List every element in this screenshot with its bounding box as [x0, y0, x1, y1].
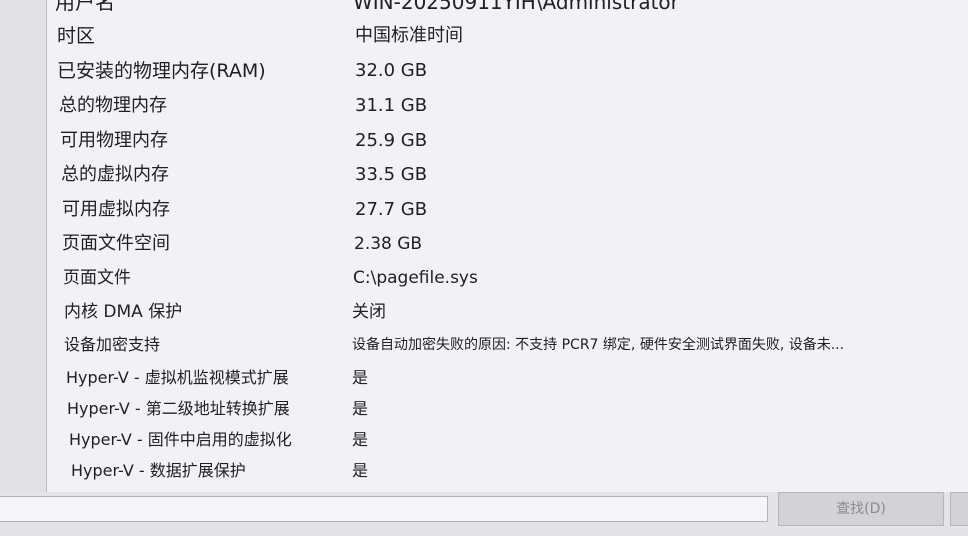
item-label: Hyper-V - 固件中启用的虚拟化 [69, 430, 292, 449]
item-label: Hyper-V - 数据扩展保护 [71, 461, 246, 480]
item-value: 是 [352, 399, 369, 418]
item-value: 27.7 GB [355, 199, 428, 220]
navigation-pane-edge [0, 0, 46, 492]
item-value: 是 [352, 368, 369, 387]
item-value: 是 [352, 430, 369, 449]
find-bar: 查找(D) [0, 492, 968, 536]
adjacent-button[interactable] [950, 492, 968, 526]
item-value: 32.0 GB [355, 60, 428, 81]
list-item-installed-ram[interactable]: 已安装的物理内存(RAM) 32.0 GB [47, 55, 968, 87]
item-value: 设备自动加密失败的原因: 不支持 PCR7 绑定, 硬件安全测试界面失败, 设备… [352, 337, 845, 353]
list-item-device-encryption-support[interactable]: 设备加密支持 设备自动加密失败的原因: 不支持 PCR7 绑定, 硬件安全测试界… [47, 329, 968, 361]
list-item-hyperv-firmware-virtualization[interactable]: Hyper-V - 固件中启用的虚拟化 是 [47, 424, 968, 456]
item-label: 时区 [57, 25, 96, 47]
find-button[interactable]: 查找(D) [778, 492, 944, 526]
item-value: 25.9 GB [355, 130, 428, 151]
item-value: 关闭 [352, 302, 386, 322]
item-value: 中国标准时间 [355, 25, 463, 46]
system-summary-list[interactable]: 用户名 WIN-20250911YIH\Administrator 时区 中国标… [46, 0, 968, 493]
item-value: C:\pagefile.sys [353, 268, 478, 288]
list-item-hyperv-vm-monitor-extensions[interactable]: Hyper-V - 虚拟机监视模式扩展 是 [47, 362, 968, 394]
item-label: Hyper-V - 第二级地址转换扩展 [67, 399, 290, 418]
item-label: 设备加密支持 [64, 335, 161, 354]
item-label: 可用虚拟内存 [62, 199, 170, 220]
item-value: 是 [352, 461, 369, 480]
list-item-hyperv-data-execution-protection[interactable]: Hyper-V - 数据扩展保护 是 [47, 455, 968, 487]
list-item-user-name[interactable]: 用户名 WIN-20250911YIH\Administrator [47, 0, 968, 18]
list-item-hyperv-slat[interactable]: Hyper-V - 第二级地址转换扩展 是 [47, 393, 968, 425]
item-label: 内核 DMA 保护 [64, 302, 183, 322]
item-label: 页面文件 [63, 268, 131, 288]
item-label: 可用物理内存 [60, 130, 168, 151]
list-item-total-virtual-memory[interactable]: 总的虚拟内存 33.5 GB [47, 159, 968, 191]
list-item-time-zone[interactable]: 时区 中国标准时间 [47, 20, 968, 52]
system-summary-items: 用户名 WIN-20250911YIH\Administrator 时区 中国标… [47, 0, 968, 492]
item-label: 总的虚拟内存 [61, 164, 169, 185]
list-item-page-file[interactable]: 页面文件 C:\pagefile.sys [47, 262, 968, 294]
item-value: WIN-20250911YIH\Administrator [353, 0, 679, 14]
system-info-window: 用户名 WIN-20250911YIH\Administrator 时区 中国标… [0, 0, 968, 536]
list-item-kernel-dma-protection[interactable]: 内核 DMA 保护 关闭 [47, 296, 968, 328]
find-input[interactable] [0, 496, 768, 522]
item-label: 总的物理内存 [59, 95, 167, 116]
item-value: 31.1 GB [355, 95, 428, 116]
item-label: 已安装的物理内存(RAM) [57, 60, 266, 82]
list-item-page-file-space[interactable]: 页面文件空间 2.38 GB [47, 228, 968, 260]
item-label: Hyper-V - 虚拟机监视模式扩展 [66, 368, 289, 387]
item-value: 33.5 GB [355, 164, 428, 185]
list-item-available-physical-memory[interactable]: 可用物理内存 25.9 GB [47, 125, 968, 157]
item-label: 用户名 [55, 0, 115, 14]
list-item-total-physical-memory[interactable]: 总的物理内存 31.1 GB [47, 90, 968, 122]
list-item-available-virtual-memory[interactable]: 可用虚拟内存 27.7 GB [47, 194, 968, 226]
item-value: 2.38 GB [354, 234, 423, 254]
item-label: 页面文件空间 [62, 233, 170, 254]
